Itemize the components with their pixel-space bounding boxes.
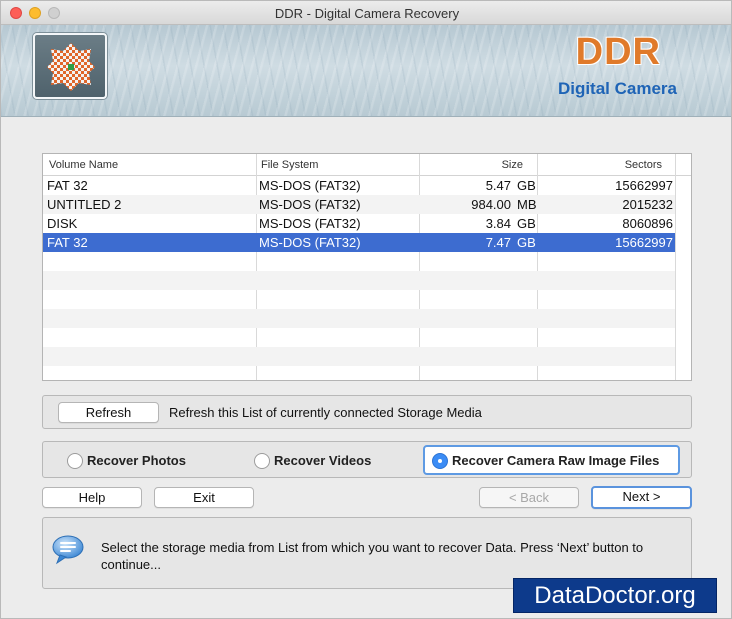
header-banner: DDR Digital Camera bbox=[1, 25, 731, 117]
column-header-sectors[interactable]: Sectors bbox=[538, 154, 666, 176]
cell-size-unit: GB bbox=[517, 235, 536, 250]
back-button[interactable]: < Back bbox=[479, 487, 579, 508]
storage-media-table[interactable]: Volume Name File System Size Sectors FAT… bbox=[42, 153, 692, 381]
recovery-mode-panel: Recover Photos Recover Videos Recover Ca… bbox=[42, 441, 692, 478]
table-row[interactable]: FAT 32 MS-DOS (FAT32) 5.47 GB 15662997 bbox=[43, 176, 675, 195]
cell-sectors: 2015232 bbox=[622, 197, 673, 212]
cell-size-unit: GB bbox=[517, 216, 536, 231]
brand-name: DDR bbox=[575, 31, 661, 73]
column-divider bbox=[675, 154, 676, 380]
cell-size: 5.47 bbox=[485, 178, 511, 193]
refresh-description: Refresh this List of currently connected… bbox=[169, 405, 482, 420]
radio-circle[interactable] bbox=[67, 453, 83, 469]
table-row-empty[interactable] bbox=[43, 271, 675, 290]
refresh-button[interactable]: Refresh bbox=[58, 402, 159, 423]
exit-button[interactable]: Exit bbox=[154, 487, 254, 508]
app-logo bbox=[33, 33, 107, 99]
cell-sectors: 8060896 bbox=[622, 216, 673, 231]
radio-circle-selected[interactable] bbox=[432, 453, 448, 469]
cell-file-system: MS-DOS (FAT32) bbox=[259, 178, 361, 193]
window-title: DDR - Digital Camera Recovery bbox=[274, 6, 460, 21]
table-row-empty[interactable] bbox=[43, 309, 675, 328]
table-row-empty[interactable] bbox=[43, 347, 675, 366]
table-row-empty[interactable] bbox=[43, 328, 675, 347]
speech-bubble-icon bbox=[52, 535, 84, 565]
radio-label: Recover Camera Raw Image Files bbox=[452, 453, 660, 468]
datadoctor-watermark: DataDoctor.org bbox=[513, 578, 717, 613]
app-window: DDR - Digital Camera Recovery DDR Digita… bbox=[0, 0, 732, 619]
table-row[interactable]: FAT 32 MS-DOS (FAT32) 7.47 GB 15662997 bbox=[43, 233, 675, 252]
cell-sectors: 15662997 bbox=[615, 235, 673, 250]
next-button[interactable]: Next > bbox=[591, 486, 692, 509]
table-row[interactable]: UNTITLED 2 MS-DOS (FAT32) 984.00 MB 2015232 bbox=[43, 195, 675, 214]
table-row-empty[interactable] bbox=[43, 290, 675, 309]
help-button[interactable]: Help bbox=[42, 487, 142, 508]
cell-volume-name: UNTITLED 2 bbox=[47, 197, 122, 212]
column-header-size[interactable]: Size bbox=[419, 154, 527, 176]
cell-size-unit: GB bbox=[517, 178, 536, 193]
radio-label: Recover Videos bbox=[274, 453, 372, 468]
cell-size: 984.00 bbox=[471, 197, 511, 212]
cell-volume-name: FAT 32 bbox=[47, 235, 88, 250]
table-row-empty[interactable] bbox=[43, 252, 675, 271]
brand-subtitle: Digital Camera bbox=[557, 79, 677, 98]
cell-size: 3.84 bbox=[485, 216, 511, 231]
cell-size-unit: MB bbox=[517, 197, 537, 212]
table-row-empty[interactable] bbox=[43, 366, 675, 385]
radio-circle[interactable] bbox=[254, 453, 270, 469]
refresh-panel: Refresh Refresh this List of currently c… bbox=[42, 395, 692, 429]
title-bar: DDR - Digital Camera Recovery bbox=[1, 1, 731, 25]
cell-file-system: MS-DOS (FAT32) bbox=[259, 197, 361, 212]
cell-file-system: MS-DOS (FAT32) bbox=[259, 216, 361, 231]
info-message: Select the storage media from List from … bbox=[101, 540, 644, 572]
cell-volume-name: DISK bbox=[47, 216, 78, 231]
cell-file-system: MS-DOS (FAT32) bbox=[259, 235, 361, 250]
cell-volume-name: FAT 32 bbox=[47, 178, 88, 193]
checker-logo-icon bbox=[47, 43, 95, 91]
cell-size: 7.47 bbox=[485, 235, 511, 250]
radio-label: Recover Photos bbox=[87, 453, 186, 468]
table-row[interactable]: DISK MS-DOS (FAT32) 3.84 GB 8060896 bbox=[43, 214, 675, 233]
table-header: Volume Name File System Size Sectors bbox=[43, 154, 691, 176]
column-header-file-system[interactable]: File System bbox=[257, 154, 322, 176]
column-header-volume-name[interactable]: Volume Name bbox=[45, 154, 122, 176]
cell-sectors: 15662997 bbox=[615, 178, 673, 193]
